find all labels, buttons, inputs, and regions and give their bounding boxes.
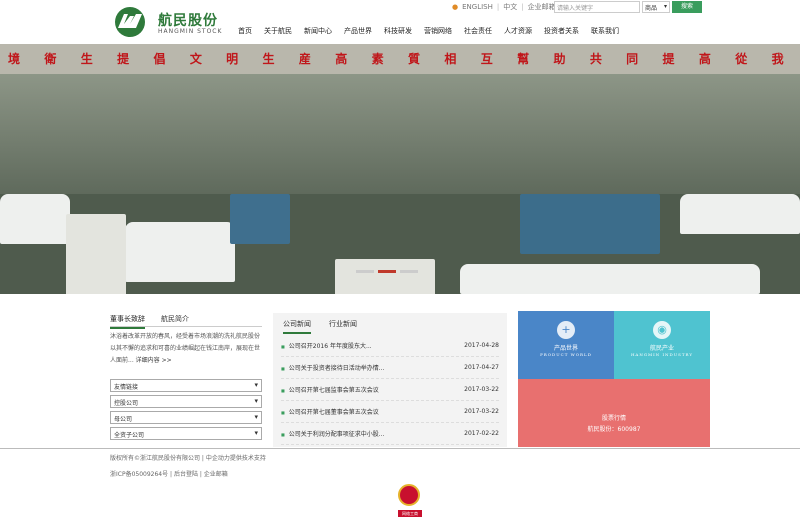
slogan-char: 高 [698, 52, 711, 66]
news-item[interactable]: 公司召开第七届董事会第五次会议2017-03-22 [281, 401, 499, 423]
loom-machine [230, 194, 290, 244]
more-link[interactable]: 详细内容 >> [136, 357, 172, 364]
fabric-roll [680, 194, 800, 234]
nav-item-contact[interactable]: 联系我们 [585, 22, 625, 42]
slider-dot[interactable] [356, 270, 374, 273]
tab-company-news[interactable]: 公司新闻 [283, 319, 311, 334]
slider-indicator[interactable] [356, 270, 418, 273]
fabric-roll [125, 222, 235, 282]
product-world-tile[interactable]: + 产品世界 PRODUCT WORLD [518, 311, 614, 379]
slogan-char: 産 [298, 52, 311, 66]
english-link[interactable]: ENGLISH [462, 3, 493, 11]
chinese-link[interactable]: 中文 [503, 2, 517, 12]
loom-machine [520, 194, 660, 254]
globe-icon: ◉ [653, 321, 671, 339]
plus-icon: + [557, 321, 575, 339]
slogan-char: 助 [553, 52, 566, 66]
top-links: ● ENGLISH | 中文 | 企业邮箱 [452, 2, 556, 12]
slogan-char: 提 [117, 52, 130, 66]
divider [110, 326, 262, 327]
search-input[interactable]: 请输入关键字 [554, 1, 640, 13]
stock-quote-tile[interactable]: 股票行情 航民股份：600987 [518, 379, 710, 447]
news-item[interactable]: 公司关于投资者接待日活动举办情...2017-04-27 [281, 357, 499, 379]
slogan-char: 倡 [153, 52, 166, 66]
main-nav: 首页 关于航民 新闻中心 产品世界 科技研发 营销网络 社会责任 人才资源 投资… [232, 22, 625, 42]
slogan-char: 質 [408, 52, 421, 66]
nav-item-sales[interactable]: 营销网络 [418, 22, 458, 42]
loom-machine [335, 259, 435, 294]
header: 航民股份 HANGMIN STOCK ● ENGLISH | 中文 | 企业邮箱… [0, 0, 800, 50]
slogan-char: 我 [771, 52, 784, 66]
emblem-icon[interactable] [398, 484, 420, 506]
footer: 版权所有©浙江航民股份有限公司 | 中企动力提供技术支持 浙ICP备050092… [0, 448, 800, 519]
news-tabs: 公司新闻 行业新闻 [283, 319, 357, 334]
slogan-char: 共 [589, 52, 602, 66]
slogan-char: 文 [189, 52, 202, 66]
slogan-char: 明 [226, 52, 239, 66]
news-item[interactable]: 公司召开2016 年年度股东大...2017-04-28 [281, 335, 499, 357]
intro-text: 沐浴着改革开放的春风，经受着市场浪潮的洗礼航民股份以其不懈的追求和可喜的业绩崛起… [110, 333, 261, 364]
holding-company-select[interactable]: 控股公司 [110, 395, 262, 408]
email-link[interactable]: 企业邮箱 [528, 2, 556, 12]
copyright: 版权所有©浙江航民股份有限公司 | 中企动力提供技术支持 [110, 455, 266, 462]
business-badge[interactable]: 网络工商 [398, 510, 422, 517]
news-panel: 公司新闻 行业新闻 公司召开2016 年年度股东大...2017-04-28 公… [273, 313, 507, 447]
nav-item-products[interactable]: 产品世界 [338, 22, 378, 42]
nav-item-news[interactable]: 新闻中心 [298, 22, 338, 42]
slogan-char: 境 [8, 52, 21, 66]
slogan-char: 互 [480, 52, 493, 66]
slider-dot[interactable] [400, 270, 418, 273]
news-item[interactable]: 公司关于利润分配事项征求中小股...2017-02-22 [281, 423, 499, 445]
hero-banner[interactable]: 境衛生提倡文明生産高素質相互幫助共同提高從我 [0, 44, 800, 294]
subsidiary-select[interactable]: 全资子公司 [110, 427, 262, 440]
parent-company-select[interactable]: 母公司 [110, 411, 262, 424]
slogan-char: 提 [662, 52, 675, 66]
news-item[interactable]: 公司召开第七届监事会第五次会议2017-03-22 [281, 379, 499, 401]
brand-name-en: HANGMIN STOCK [158, 28, 223, 35]
slogan-char: 生 [80, 52, 93, 66]
nav-item-rnd[interactable]: 科技研发 [378, 22, 418, 42]
nav-item-investor[interactable]: 投资者关系 [538, 22, 585, 42]
nav-item-home[interactable]: 首页 [232, 22, 258, 42]
slogan-banner: 境衛生提倡文明生産高素質相互幫助共同提高從我 [0, 44, 800, 74]
slogan-char: 相 [444, 52, 457, 66]
dot-icon: ● [452, 3, 459, 11]
slogan-char: 高 [335, 52, 348, 66]
slogan-char: 衛 [44, 52, 57, 66]
icp-links[interactable]: 浙ICP备05009264号 | 后台登陆 | 企业邮箱 [110, 469, 228, 478]
slider-dot-active[interactable] [378, 270, 396, 273]
slogan-char: 同 [626, 52, 639, 66]
industry-tile[interactable]: ◉ 航民产业 HANGMIN INDUSTRY [614, 311, 710, 379]
slogan-char: 生 [262, 52, 275, 66]
slogan-char: 從 [735, 52, 748, 66]
nav-item-social[interactable]: 社会责任 [458, 22, 498, 42]
brand-name[interactable]: 航民股份 [158, 10, 218, 30]
fabric-roll [0, 194, 70, 244]
friend-links-select[interactable]: 友情链接 [110, 379, 262, 392]
tab-industry-news[interactable]: 行业新闻 [329, 319, 357, 334]
loom-machine [66, 214, 126, 294]
nav-item-talent[interactable]: 人才资源 [498, 22, 538, 42]
fabric-roll [460, 264, 760, 294]
news-list: 公司召开2016 年年度股东大...2017-04-28 公司关于投资者接待日活… [281, 335, 499, 445]
slogan-char: 幫 [517, 52, 530, 66]
nav-item-about[interactable]: 关于航民 [258, 22, 298, 42]
search-scope-select[interactable]: 商品 [642, 1, 670, 13]
slogan-char: 素 [371, 52, 384, 66]
search-button[interactable]: 搜索 [672, 1, 702, 13]
factory-background [0, 74, 800, 194]
logo-icon[interactable] [110, 6, 150, 38]
